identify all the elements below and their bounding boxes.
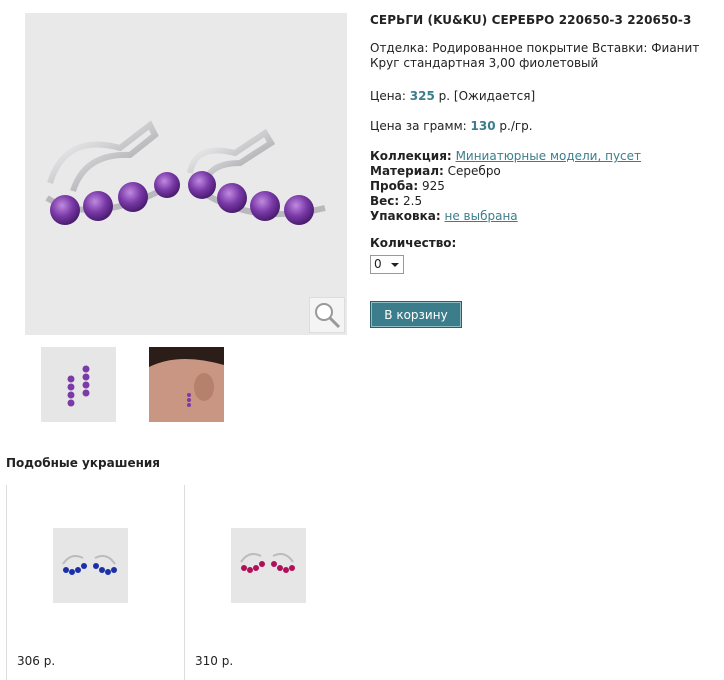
quantity-value: 0 [374, 257, 382, 271]
per-gram-value: 130 [470, 119, 496, 133]
add-to-cart-button[interactable]: В корзину [370, 301, 462, 328]
packaging-label: Упаковка: [370, 209, 441, 223]
quantity-select[interactable]: 0 [370, 255, 404, 274]
probe-label: Проба: [370, 179, 419, 193]
similar-item[interactable]: 306 р. [6, 485, 184, 680]
weight-line: Вес: 2.5 [370, 194, 710, 209]
weight-label: Вес: [370, 194, 400, 208]
zoom-button[interactable] [309, 297, 345, 333]
similar-item-image[interactable] [231, 528, 306, 603]
packaging-line: Упаковка: не выбрана [370, 209, 710, 224]
per-gram-line: Цена за грамм: 130 р./гр. [370, 119, 710, 134]
per-gram-suffix: р./гр. [499, 119, 533, 133]
thumbnail-front[interactable] [41, 347, 116, 422]
similar-item-price: 306 р. [17, 654, 56, 668]
probe-line: Проба: 925 [370, 179, 710, 194]
similar-title: Подобные украшения [6, 456, 161, 470]
collection-label: Коллекция: [370, 149, 452, 163]
price-value: 325 [409, 89, 435, 103]
earrings-thumbnail-icon [67, 365, 90, 407]
thumbnail-model[interactable] [149, 347, 224, 422]
chevron-down-icon [391, 263, 399, 267]
packaging-link[interactable]: не выбрана [445, 209, 518, 223]
earrings-blue-icon [62, 555, 117, 575]
earrings-pink-icon [240, 553, 295, 573]
similar-item[interactable]: 310 р. [184, 485, 362, 680]
price-line: Цена: 325 р. [Ожидается] [370, 89, 710, 104]
magnifier-icon [315, 303, 341, 329]
model-ear-icon [149, 347, 224, 422]
material-value: Серебро [447, 164, 501, 178]
per-gram-label: Цена за грамм: [370, 119, 467, 133]
product-info: СЕРЬГИ (KU&KU) СЕРЕБРО 220650-3 220650-3… [370, 13, 710, 274]
product-title: СЕРЬГИ (KU&KU) СЕРЕБРО 220650-3 220650-3 [370, 13, 692, 27]
earrings-illustration [45, 120, 326, 225]
price-label: Цена: [370, 89, 406, 103]
product-description: Отделка: Родированное покрытие Вставки: … [370, 41, 700, 70]
price-suffix: р. [Ожидается] [438, 89, 536, 103]
collection-line: Коллекция: Миниатюрные модели, пусет [370, 149, 710, 164]
product-main-image[interactable] [25, 13, 347, 335]
similar-item-price: 310 р. [195, 654, 234, 668]
weight-value: 2.5 [403, 194, 423, 208]
similar-item-image[interactable] [53, 528, 128, 603]
probe-value: 925 [421, 179, 445, 193]
quantity-label: Количество: [370, 236, 457, 250]
material-line: Материал: Серебро [370, 164, 710, 179]
collection-link[interactable]: Миниатюрные модели, пусет [456, 149, 641, 163]
material-label: Материал: [370, 164, 444, 178]
